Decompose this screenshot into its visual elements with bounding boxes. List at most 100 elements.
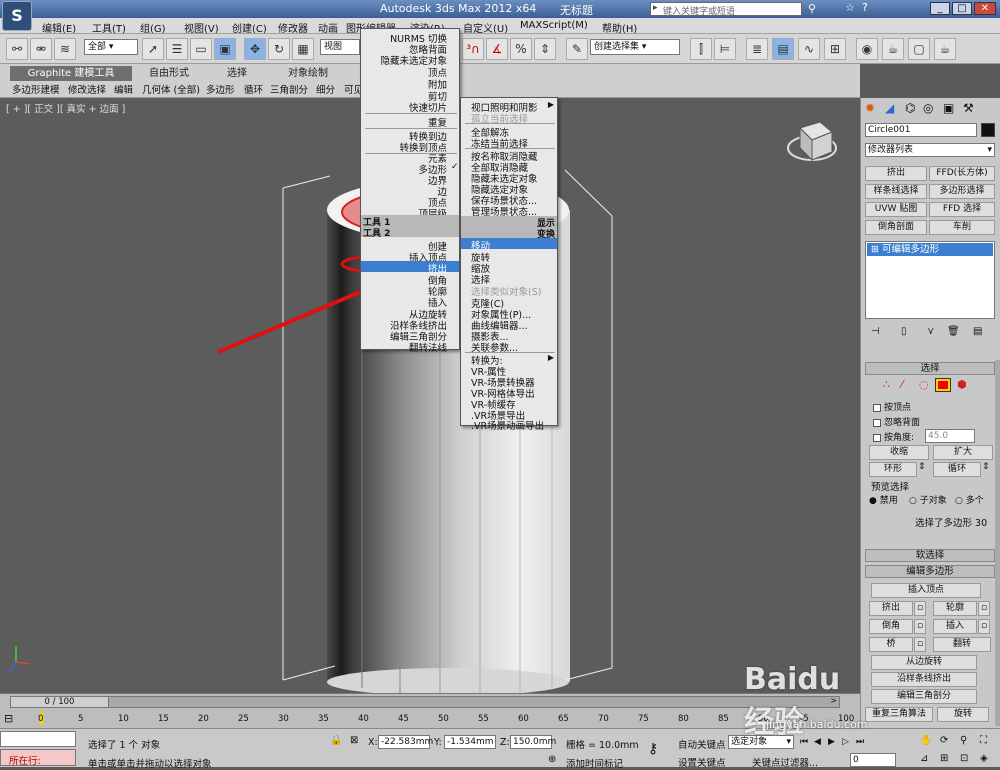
go-end-icon[interactable]: ⏭ — [856, 737, 864, 747]
mod-spline-select-button[interactable]: 样条线选择 — [865, 184, 927, 199]
angle-snap-icon[interactable]: ∡ — [486, 38, 508, 60]
bind-spacewarp-icon[interactable]: ≋ — [54, 38, 76, 60]
ribbon-sub-triangulation[interactable]: 三角剖分 — [270, 82, 308, 96]
ribbon-sub-geometry[interactable]: 几何体 (全部) — [142, 82, 200, 96]
ribbon-sub-modify-selection[interactable]: 修改选择 — [68, 82, 106, 96]
loop-button[interactable]: 循环 — [933, 462, 981, 477]
key-icon[interactable]: ⚷ — [648, 741, 658, 757]
ribbon-sub-loops[interactable]: 循环 — [244, 82, 263, 96]
make-unique-icon[interactable]: ⋎ — [927, 326, 934, 337]
menu-modifiers[interactable]: 修改器 — [278, 20, 308, 35]
render-setup-icon[interactable]: ☕ — [882, 38, 904, 60]
schematic-icon[interactable]: ⊞ — [824, 38, 846, 60]
ribbon-sub-polygons[interactable]: 多边形 — [206, 82, 235, 96]
edit-triangulation-button[interactable]: 编辑三角剖分 — [871, 689, 977, 704]
extrude-spline-button[interactable]: 沿样条线挤出 — [871, 672, 977, 687]
current-frame-field[interactable]: 0 — [850, 753, 896, 767]
ribbon-sub-edit[interactable]: 编辑 — [114, 82, 133, 96]
spinner-snap-icon[interactable]: ⇕ — [534, 38, 556, 60]
minimize-button[interactable]: _ — [930, 2, 950, 15]
layer-icon[interactable]: ≣ — [746, 38, 768, 60]
curve-editor-icon[interactable]: ∿ — [798, 38, 820, 60]
render-frame-icon[interactable]: ▢ — [908, 38, 930, 60]
expand-icon[interactable]: ⊞ — [871, 244, 879, 255]
walkthrough-icon[interactable]: ◈ — [980, 753, 988, 764]
window-crossing-icon[interactable]: ▣ — [214, 38, 236, 60]
inset-button[interactable]: 插入 — [933, 619, 977, 634]
select-by-name-icon[interactable]: ☰ — [166, 38, 188, 60]
ribbon-tab-graphite[interactable]: Graphite 建模工具 — [10, 66, 132, 81]
snap-icon[interactable]: ³∩ — [462, 38, 484, 60]
hierarchy-tab-icon[interactable]: ⌬ — [905, 101, 915, 115]
soft-selection-rollout-header[interactable]: 软选择 — [865, 549, 995, 562]
menu-create[interactable]: 创建(C) — [232, 20, 267, 35]
ribbon-tab-freeform[interactable]: 自由形式 — [140, 66, 198, 81]
material-editor-icon[interactable]: ◉ — [856, 38, 878, 60]
utilities-tab-icon[interactable]: ⚒ — [963, 101, 974, 115]
viewcube-icon[interactable] — [787, 121, 837, 162]
edit-polygons-rollout-header[interactable]: 编辑多边形 — [865, 565, 995, 578]
orbit-icon[interactable]: ⟳ — [940, 735, 948, 746]
star-icon[interactable]: ☆ — [845, 1, 855, 14]
by-vertex-checkbox[interactable]: 按顶点 — [873, 400, 911, 413]
graphite-toggle-icon[interactable]: ▤ — [772, 38, 794, 60]
reference-coord-dropdown[interactable]: 视图 — [320, 39, 360, 55]
quad-item[interactable]: .VR场景动画导出 — [471, 418, 544, 432]
flip-button[interactable]: 翻转 — [933, 637, 991, 652]
edge-mode-icon[interactable]: ⁄ — [901, 378, 903, 391]
turn-button[interactable]: 旋转 — [937, 707, 989, 722]
vertex-mode-icon[interactable]: ∴ — [883, 378, 890, 391]
hinge-button[interactable]: 从边旋转 — [871, 655, 977, 670]
object-name-field[interactable]: Circle001 — [865, 123, 977, 137]
align-icon[interactable]: ⊨ — [714, 38, 736, 60]
zoom-icon[interactable]: ⚲ — [960, 735, 967, 746]
mod-bevel-profile-button[interactable]: 倒角剖面 — [865, 220, 927, 235]
maxscript-error-line[interactable]: 所在行: — [0, 749, 76, 767]
search-field[interactable]: ▸ 键入关键字或短语 — [650, 2, 802, 17]
border-mode-icon[interactable]: ◌ — [919, 378, 929, 391]
motion-tab-icon[interactable]: ◎ — [923, 101, 933, 115]
maximize-button[interactable]: □ — [952, 2, 972, 15]
retriangulate-button[interactable]: 重复三角算法 — [865, 707, 933, 722]
add-time-tag[interactable]: 添加时间标记 — [566, 756, 623, 770]
app-logo-icon[interactable]: S — [2, 1, 32, 31]
selection-filter-dropdown[interactable]: 全部 ▾ — [84, 39, 138, 55]
bridge-settings-button[interactable]: ▫ — [914, 637, 926, 652]
modifier-stack[interactable]: ⊞ 可编辑多边形 — [865, 241, 995, 319]
ring-spinner-icon[interactable]: ⇕ — [918, 462, 926, 472]
menu-maxscript[interactable]: MAXScript(M) — [520, 20, 588, 31]
menu-edit[interactable]: 编辑(E) — [42, 20, 76, 35]
mod-extrude-button[interactable]: 挤出 — [865, 166, 927, 181]
help-icon[interactable]: ? — [862, 1, 868, 14]
render-icon[interactable]: ☕ — [934, 38, 956, 60]
menu-animation[interactable]: 动画 — [318, 20, 338, 35]
named-selection-dropdown[interactable]: 创建选择集 ▾ — [590, 39, 680, 55]
next-frame-icon[interactable]: > — [830, 696, 837, 705]
play-icon[interactable]: ▶ — [828, 737, 835, 747]
quad-item[interactable]: 快速切片 — [409, 100, 447, 114]
extrude-button[interactable]: 挤出 — [869, 601, 913, 616]
time-slider[interactable]: 0 / 100 > — [10, 696, 840, 708]
modifier-list-dropdown[interactable]: 修改器列表 ▾ — [865, 143, 995, 157]
ignore-backfacing-checkbox[interactable]: 忽略背面 — [873, 415, 920, 428]
mod-ffd-box-button[interactable]: FFD(长方体) — [929, 166, 995, 181]
mod-ffd-select-button[interactable]: FFD 选择 — [929, 202, 995, 217]
bridge-button[interactable]: 桥 — [869, 637, 913, 652]
track-bar-icon[interactable]: ⊟ — [4, 712, 13, 725]
configure-sets-icon[interactable]: ▤ — [973, 326, 982, 337]
z-coordinate[interactable]: 150.0mm — [510, 735, 556, 749]
ribbon-sub-poly-modeling[interactable]: 多边形建模 — [12, 82, 60, 96]
create-tab-icon[interactable]: ✹ — [865, 101, 875, 115]
x-coordinate[interactable]: -22.583mm — [378, 735, 433, 749]
rotate-icon[interactable]: ↻ — [268, 38, 290, 60]
mod-uvw-button[interactable]: UVW 贴图 — [865, 202, 927, 217]
auto-key-dropdown[interactable]: 选定对象 ▾ — [728, 735, 794, 749]
element-mode-icon[interactable]: ⬢ — [957, 378, 967, 391]
edit-named-sel-icon[interactable]: ✎ — [566, 38, 588, 60]
time-slider-thumb[interactable]: 0 / 100 — [11, 697, 109, 707]
grow-button[interactable]: 扩大 — [933, 445, 993, 460]
object-color-swatch[interactable] — [981, 123, 995, 137]
mod-poly-select-button[interactable]: 多边形选择 — [929, 184, 995, 199]
mirror-icon[interactable]: ⫿ — [690, 38, 712, 60]
scale-icon[interactable]: ▦ — [292, 38, 314, 60]
